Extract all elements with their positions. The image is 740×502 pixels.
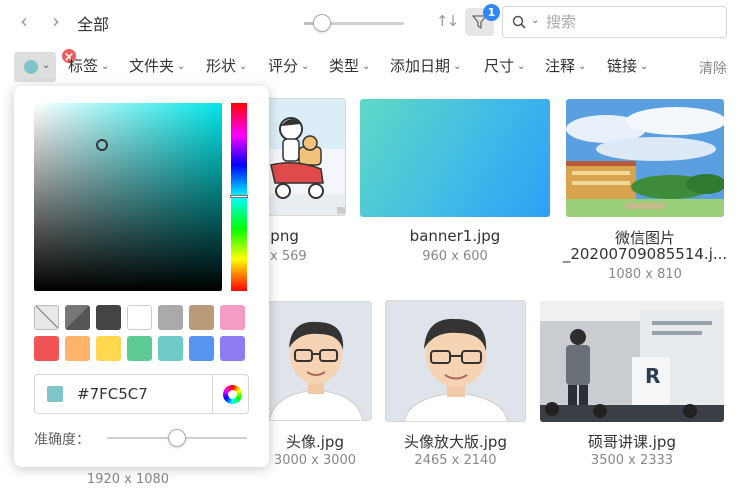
- file-dimensions: 1920 x 1080: [86, 472, 170, 487]
- chevron-down-icon: ⌄: [301, 61, 310, 72]
- green-swatch[interactable]: [127, 336, 152, 361]
- top-toolbar: ‹ › 全部 ↑↓ 1 ⌄: [0, 0, 740, 44]
- chevron-down-icon: ⌄: [640, 61, 649, 72]
- thumbnail: [385, 300, 526, 422]
- thumbnail: R: [540, 301, 724, 422]
- hex-input-box[interactable]: #7FC5C7: [34, 374, 249, 414]
- white-swatch[interactable]: [127, 305, 152, 330]
- file-dimensions: 3500 x 2333: [590, 453, 674, 468]
- no-color-swatch[interactable]: [34, 305, 59, 330]
- teal-swatch[interactable]: [158, 336, 183, 361]
- chevron-down-icon[interactable]: ⌄: [531, 15, 539, 26]
- thumbnail-image: [268, 321, 364, 420]
- red-swatch[interactable]: [34, 336, 59, 361]
- filter-label: 尺寸: [484, 57, 515, 75]
- mixed-swatch[interactable]: [65, 305, 90, 330]
- file-dimensions: 3000 x 3000: [273, 453, 357, 468]
- thumbnail-image: [403, 318, 509, 421]
- saturation-value-picker[interactable]: [34, 103, 222, 291]
- thumbnail: [360, 99, 550, 217]
- color-picker-cursor[interactable]: [96, 139, 108, 151]
- filter-label: 标签: [68, 57, 99, 75]
- zoom-slider-handle[interactable]: [313, 14, 331, 32]
- filter-notes[interactable]: 注释 ⌄: [545, 55, 586, 76]
- chevron-down-icon: ⌄: [101, 61, 110, 72]
- search-box[interactable]: ⌄: [502, 6, 727, 38]
- file-dimensions: 960 x 600: [422, 249, 488, 264]
- page-title: 全部: [77, 15, 110, 34]
- back-icon[interactable]: ‹: [14, 10, 34, 32]
- accuracy-label: 准确度：: [34, 432, 90, 448]
- yellow-swatch[interactable]: [96, 336, 121, 361]
- zoom-slider[interactable]: [304, 14, 404, 32]
- orange-swatch[interactable]: [65, 336, 90, 361]
- selected-color-dot: [24, 60, 38, 74]
- color-filter-button[interactable]: ⌄ ×: [14, 47, 78, 82]
- filter-date-added[interactable]: 添加日期 ⌄: [390, 55, 461, 76]
- pink-swatch[interactable]: [220, 305, 245, 330]
- chevron-down-icon: ⌄: [578, 61, 587, 72]
- filter-folder[interactable]: 文件夹 ⌄: [129, 55, 185, 76]
- blue-swatch[interactable]: [189, 336, 214, 361]
- filter-rating[interactable]: 评分 ⌄: [268, 55, 309, 76]
- filter-label: 文件夹: [129, 57, 175, 75]
- hex-value[interactable]: #7FC5C7: [77, 385, 148, 403]
- gray-swatch[interactable]: [158, 305, 183, 330]
- clear-filters-button[interactable]: 清除: [699, 58, 727, 78]
- chevron-down-icon: ⌄: [453, 61, 462, 72]
- file-name: 硕哥讲课.jpg: [588, 433, 676, 451]
- search-input[interactable]: [546, 12, 716, 32]
- filter-shape[interactable]: 形状 ⌄: [206, 55, 247, 76]
- file-dimensions: x 569: [270, 249, 307, 264]
- filter-size[interactable]: 尺寸 ⌄: [484, 55, 525, 76]
- filter-bar: ⌄ × 标签 ⌄ 文件夹 ⌄ 形状 ⌄ 评分 ⌄ 类型 ⌄ 添加日期 ⌄ 尺寸 ⌄ 注释 ⌄ 链…: [0, 47, 740, 82]
- filter-count-badge: 1: [483, 4, 500, 21]
- chevron-down-icon: ⌄: [42, 60, 51, 71]
- filter-label: 形状: [206, 57, 237, 75]
- filter-type[interactable]: 类型 ⌄: [329, 55, 370, 76]
- chevron-down-icon: ⌄: [239, 61, 248, 72]
- file-dimensions: 2465 x 2140: [414, 453, 497, 468]
- purple-swatch[interactable]: [220, 336, 245, 361]
- search-icon: [512, 15, 526, 29]
- file-name: banner1.jpg: [409, 227, 501, 245]
- chevron-down-icon: ⌄: [517, 61, 526, 72]
- thumbnail: [566, 99, 724, 217]
- thumbnail-image: R: [540, 301, 724, 422]
- brown-swatch[interactable]: [189, 305, 214, 330]
- filter-label: 链接: [607, 57, 638, 75]
- current-color-swatch: [47, 386, 63, 402]
- filter-label: 评分: [268, 57, 299, 75]
- filter-label: 添加日期: [390, 57, 451, 75]
- color-picker-popup: #7FC5C7 准确度：: [14, 86, 269, 467]
- divider: [212, 375, 213, 413]
- filter-link[interactable]: 链接 ⌄: [607, 55, 648, 76]
- file-name: 头像.jpg: [286, 433, 344, 451]
- color-wheel-icon[interactable]: [223, 385, 242, 404]
- svg-text:R: R: [645, 364, 660, 388]
- chevron-down-icon: ⌄: [362, 61, 371, 72]
- dark-gray-swatch[interactable]: [96, 305, 121, 330]
- file-name: 头像放大版.jpg: [404, 433, 507, 451]
- hue-slider-handle[interactable]: [230, 195, 248, 198]
- filter-label: 注释: [545, 57, 576, 75]
- thumbnail: [258, 301, 372, 421]
- file-dimensions: 1080 x 810: [608, 267, 682, 282]
- filter-label: 类型: [329, 57, 360, 75]
- chevron-down-icon: ⌄: [177, 61, 186, 72]
- thumbnail-image: [566, 99, 724, 217]
- filter-tags[interactable]: 标签 ⌄: [68, 55, 109, 76]
- accuracy-slider-handle[interactable]: [168, 429, 186, 447]
- hue-slider[interactable]: [230, 103, 248, 291]
- forward-icon[interactable]: ›: [46, 10, 66, 32]
- sort-icon[interactable]: ↑↓: [436, 12, 459, 30]
- file-name: _20200709085514.j...: [562, 245, 728, 263]
